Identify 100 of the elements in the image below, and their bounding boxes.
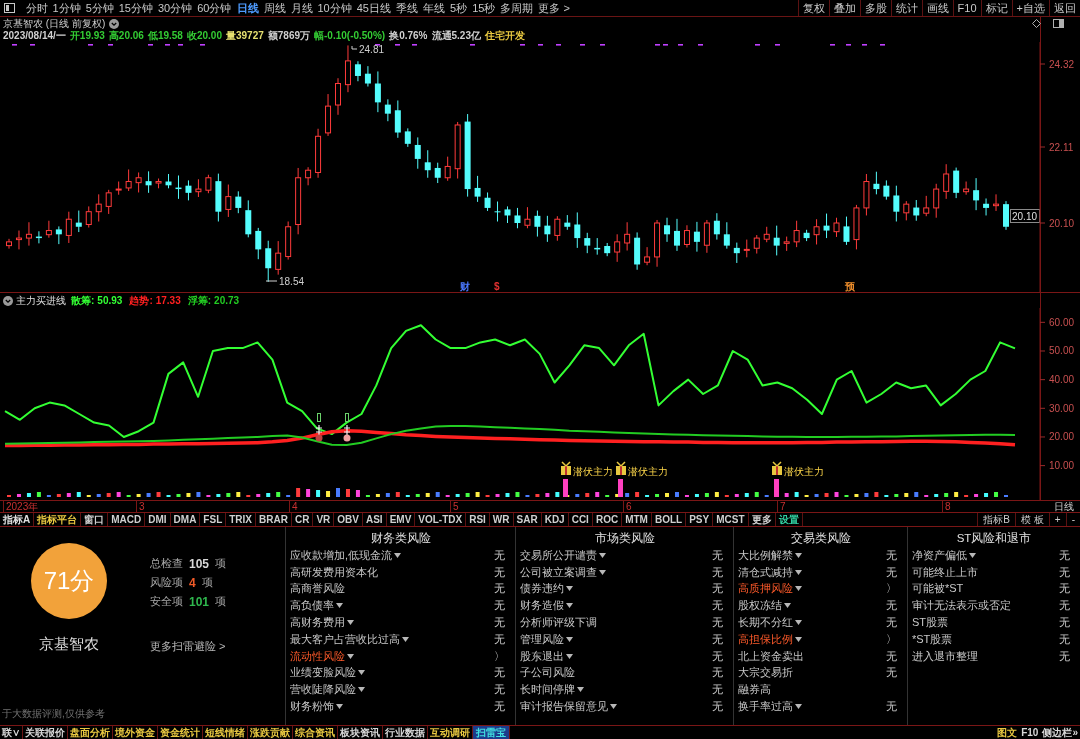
- event-marker[interactable]: 财: [460, 281, 470, 292]
- indicator-tab[interactable]: FSL: [200, 513, 227, 526]
- indicator-tab[interactable]: PSY: [686, 513, 714, 526]
- toolbar-button[interactable]: F10: [952, 0, 981, 16]
- risk-item[interactable]: 高研发费用资本化: [290, 564, 378, 580]
- period-tab[interactable]: 1分钟: [50, 0, 84, 16]
- caret-down-icon[interactable]: [347, 653, 354, 659]
- caret-down-icon[interactable]: [566, 586, 573, 592]
- indicator-tab[interactable]: +: [1048, 513, 1066, 526]
- risk-item[interactable]: 净资产偏低: [912, 547, 967, 563]
- indicator-tab[interactable]: KDJ: [541, 513, 569, 526]
- caret-down-icon[interactable]: [784, 603, 791, 609]
- risk-item[interactable]: 财务粉饰: [290, 699, 334, 715]
- period-tab[interactable]: 15秒: [469, 0, 498, 16]
- indicator-tab[interactable]: MCST: [713, 513, 749, 526]
- indicator-tab[interactable]: -: [1065, 513, 1080, 526]
- risk-item[interactable]: 清仓式减持: [738, 564, 793, 580]
- risk-item[interactable]: 业绩变脸风险: [290, 665, 356, 681]
- event-marker[interactable]: 预: [845, 281, 855, 292]
- risk-item[interactable]: 可能被*ST: [912, 581, 964, 597]
- caret-down-icon[interactable]: [566, 653, 573, 659]
- indicator-tab[interactable]: CCI: [568, 513, 593, 526]
- period-tab[interactable]: 多周期: [497, 0, 536, 16]
- indicator-tab[interactable]: MACD: [108, 513, 146, 526]
- indicator-tab[interactable]: DMI: [145, 513, 171, 526]
- risk-item[interactable]: 高财务费用: [290, 615, 345, 631]
- caret-down-icon[interactable]: [599, 552, 606, 558]
- risk-item[interactable]: 审计报告保留意见: [520, 699, 608, 715]
- toolbar-button[interactable]: 叠加: [828, 0, 860, 16]
- indicator-tab[interactable]: 窗口: [81, 513, 109, 526]
- risk-item[interactable]: 审计无法表示或否定: [912, 598, 1011, 614]
- risk-item[interactable]: 债券违约: [520, 581, 564, 597]
- risk-item[interactable]: 最大客户占营收比过高: [290, 631, 400, 647]
- bottom-tab[interactable]: 境外资金: [113, 726, 158, 739]
- risk-item[interactable]: 进入退市整理: [912, 648, 978, 664]
- caret-down-icon[interactable]: [358, 687, 365, 693]
- risk-item[interactable]: *ST股票: [912, 631, 953, 647]
- caret-down-icon[interactable]: [566, 636, 573, 642]
- indicator-tab[interactable]: 指标B: [977, 513, 1016, 526]
- risk-item[interactable]: 长时间停牌: [520, 682, 575, 698]
- risk-item[interactable]: 长期不分红: [738, 615, 793, 631]
- risk-item[interactable]: 高负债率: [290, 598, 334, 614]
- risk-item[interactable]: 高担保比例: [738, 631, 793, 647]
- indicator-tab[interactable]: ASI: [362, 513, 387, 526]
- risk-item[interactable]: 北上资金卖出: [738, 648, 804, 664]
- risk-item[interactable]: 换手率过高: [738, 699, 793, 715]
- risk-item[interactable]: 营收陡降风险: [290, 682, 356, 698]
- period-tab[interactable]: 季线: [393, 0, 421, 16]
- indicator-tab[interactable]: 更多: [748, 513, 776, 526]
- caret-down-icon[interactable]: [795, 586, 802, 592]
- risk-item[interactable]: 大比例解禁: [738, 547, 793, 563]
- bottom-tab[interactable]: 图文: [995, 726, 1020, 739]
- chevron-circle-icon[interactable]: [109, 18, 120, 29]
- risk-item[interactable]: 子公司风险: [520, 665, 575, 681]
- bottom-tab[interactable]: 盘面分析: [68, 726, 113, 739]
- layout-icon[interactable]: [4, 3, 15, 13]
- indicator-tab[interactable]: VOL-TDX: [415, 513, 467, 526]
- bottom-tab[interactable]: 关联报价: [23, 726, 68, 739]
- bottom-tab[interactable]: 资金统计: [158, 726, 203, 739]
- risk-item[interactable]: 管理风险: [520, 631, 564, 647]
- period-tab[interactable]: 5秒: [447, 0, 470, 16]
- period-tab[interactable]: 60分钟: [194, 0, 234, 16]
- indicator-tab[interactable]: BRAR: [256, 513, 292, 526]
- risk-item[interactable]: 财务造假: [520, 598, 564, 614]
- indicator-tab[interactable]: DMA: [170, 513, 201, 526]
- bottom-tab[interactable]: 扫雷宝: [473, 726, 510, 739]
- indicator-tab[interactable]: MTM: [622, 513, 652, 526]
- indicator-tab[interactable]: 设置: [775, 513, 803, 526]
- indicator-tab[interactable]: 指标平台: [34, 513, 82, 526]
- caret-down-icon[interactable]: [795, 636, 802, 642]
- risk-item[interactable]: 股东退出: [520, 648, 564, 664]
- period-tab[interactable]: 更多 >: [535, 0, 573, 16]
- bottom-tab[interactable]: F10: [1019, 726, 1041, 739]
- caret-down-icon[interactable]: [358, 670, 365, 676]
- risk-item[interactable]: 大宗交易折: [738, 665, 793, 681]
- risk-item[interactable]: 交易所公开谴责: [520, 547, 597, 563]
- toolbar-button[interactable]: 复权: [797, 0, 829, 16]
- caret-down-icon[interactable]: [795, 552, 802, 558]
- caret-down-icon[interactable]: [969, 552, 976, 558]
- risk-item[interactable]: 可能终止上市: [912, 564, 978, 580]
- caret-down-icon[interactable]: [795, 704, 802, 710]
- risk-item[interactable]: 分析师评级下调: [520, 615, 597, 631]
- toolbar-button[interactable]: +自选: [1011, 0, 1049, 16]
- caret-down-icon[interactable]: [394, 552, 402, 558]
- period-tab[interactable]: 45日线: [354, 0, 394, 16]
- caret-down-icon[interactable]: [336, 603, 343, 609]
- bottom-tab[interactable]: 行业数据: [383, 726, 428, 739]
- indicator-tab[interactable]: ROC: [592, 513, 623, 526]
- event-marker[interactable]: $: [494, 281, 500, 292]
- caret-down-icon[interactable]: [795, 569, 802, 575]
- indicator-tab[interactable]: RSI: [466, 513, 490, 526]
- toolbar-button[interactable]: 多股: [859, 0, 891, 16]
- indicator-tab[interactable]: OBV: [334, 513, 363, 526]
- caret-down-icon[interactable]: [347, 620, 354, 626]
- period-tab[interactable]: 年线: [420, 0, 448, 16]
- more-link[interactable]: 更多扫雷避险 >: [150, 639, 226, 654]
- bottom-tab[interactable]: 涨跌贡献: [248, 726, 293, 739]
- toolbar-button[interactable]: 画线: [921, 0, 953, 16]
- period-tab[interactable]: 周线: [261, 0, 288, 16]
- caret-down-icon[interactable]: [566, 603, 573, 609]
